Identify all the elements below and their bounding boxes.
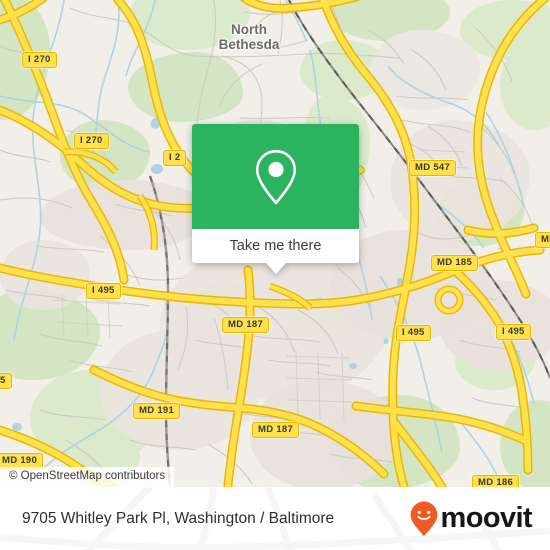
location-callout-card[interactable]: Take me there xyxy=(192,124,359,274)
place-label-line1: North xyxy=(231,22,267,37)
footer-bar: 9705 Whitley Park Pl, Washington / Balti… xyxy=(0,487,550,550)
road-shield: MD 186 xyxy=(472,475,520,487)
card-icon-area xyxy=(192,124,359,229)
road-shield: 5 xyxy=(0,373,12,389)
map-pin-icon xyxy=(255,149,296,204)
road-shield: I 270 xyxy=(74,133,109,149)
road-shield: I 495 xyxy=(396,325,431,341)
take-me-there-button[interactable]: Take me there xyxy=(192,229,359,263)
road-shield: MD xyxy=(535,232,550,248)
road-shield: MD 187 xyxy=(252,422,300,438)
moovit-pin-smile-icon xyxy=(410,501,437,536)
road-shield: MD 187 xyxy=(222,317,270,333)
map-viewport[interactable]: North Bethesda I 270 I 270 I 2 MD 547 MD MD 1… xyxy=(0,0,550,487)
address-label: 9705 Whitley Park Pl, Washington / Balti… xyxy=(22,509,335,527)
road-shield: I 270 xyxy=(22,52,57,68)
moovit-map-page: North Bethesda I 270 I 270 I 2 MD 547 MD MD 1… xyxy=(0,0,550,550)
place-label-north-bethesda: North Bethesda xyxy=(204,22,294,52)
road-shield: I 495 xyxy=(86,283,121,299)
road-shield: MD 191 xyxy=(133,403,181,419)
moovit-logo[interactable]: moovit xyxy=(409,500,533,538)
road-shield: MD 547 xyxy=(409,160,457,176)
footer-content: 9705 Whitley Park Pl, Washington / Balti… xyxy=(0,487,550,550)
road-shield: I 495 xyxy=(496,324,531,340)
road-shield: MD 185 xyxy=(431,255,479,271)
moovit-wordmark: moovit xyxy=(440,502,533,534)
take-me-there-label: Take me there xyxy=(229,238,322,254)
place-label-line2: Bethesda xyxy=(218,37,280,52)
road-shield: I 2 xyxy=(163,150,187,166)
osm-attribution[interactable]: © OpenStreetMap contributors xyxy=(0,467,175,487)
card-pointer-tail xyxy=(265,263,286,274)
